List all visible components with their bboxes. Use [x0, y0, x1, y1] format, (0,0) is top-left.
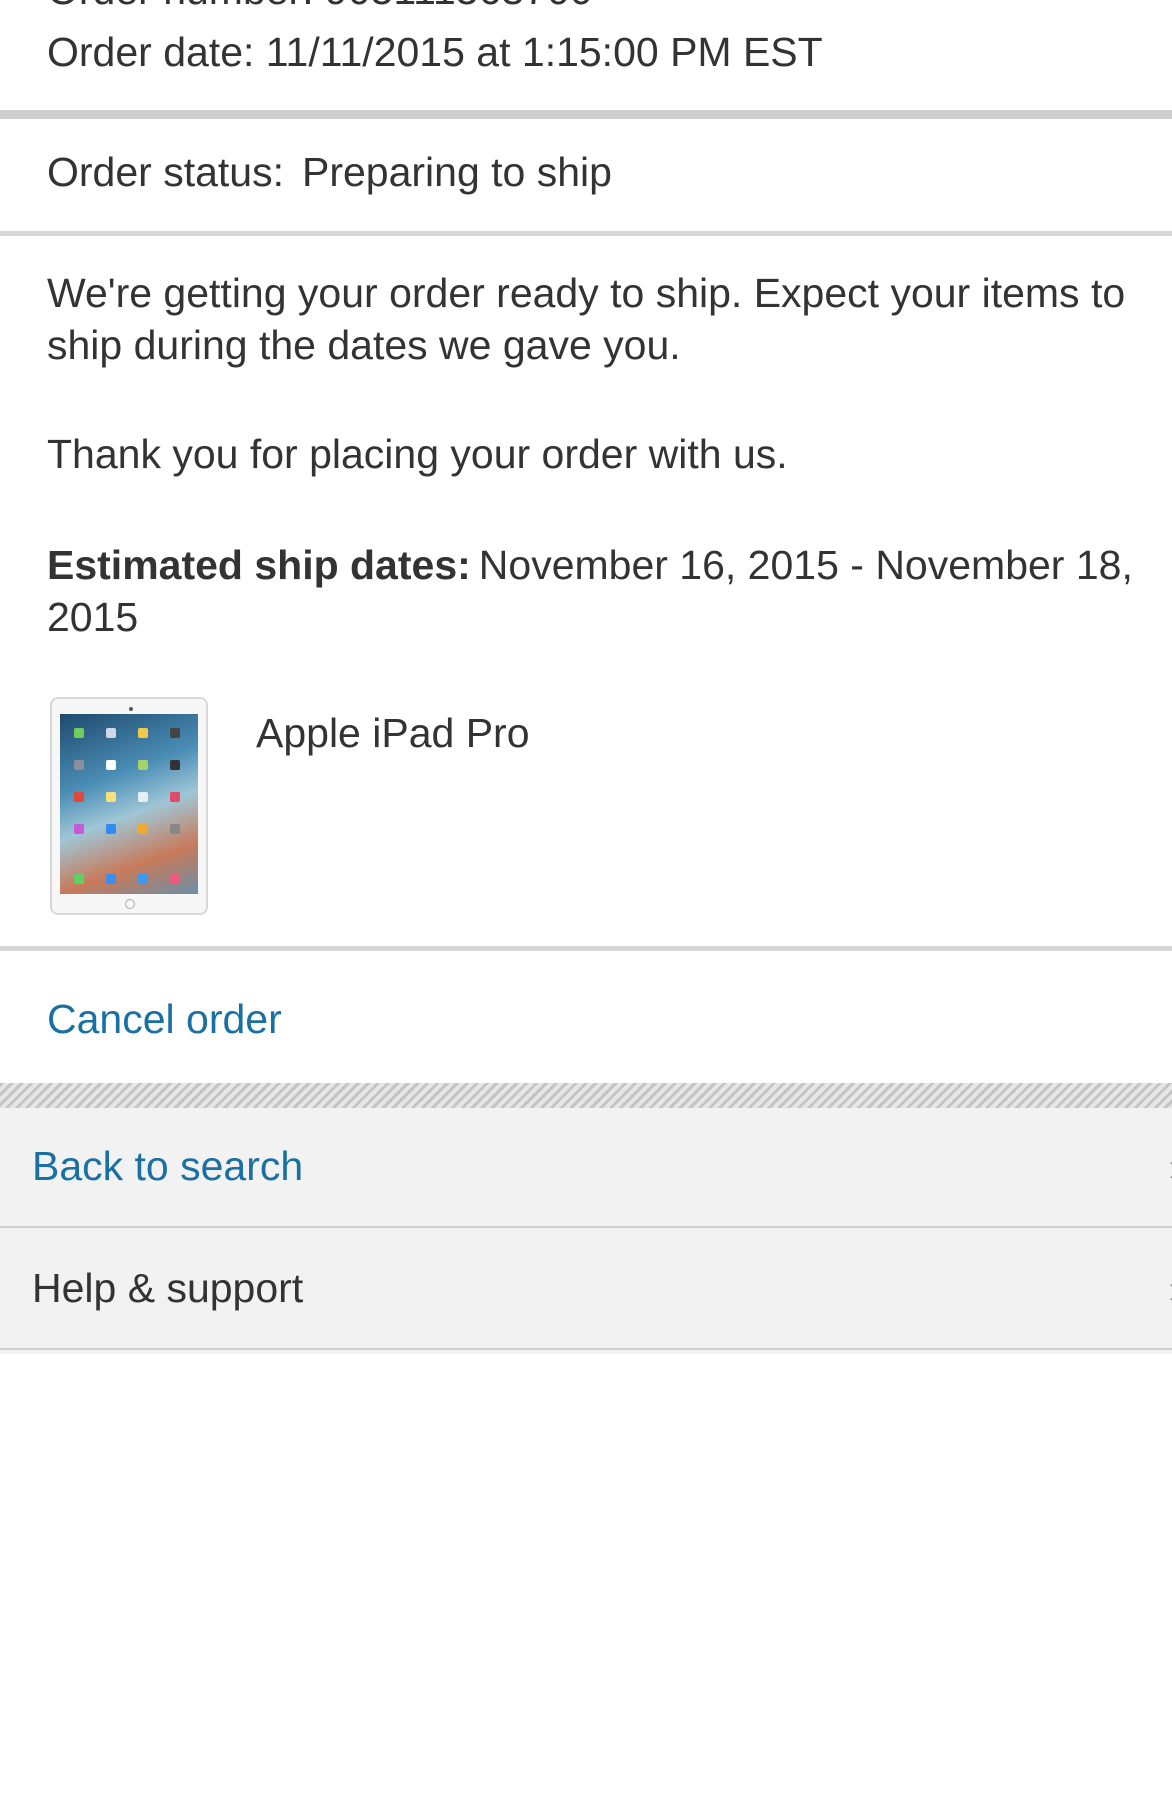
order-status-label: Order status:: [47, 149, 284, 195]
app-icon-grid: [74, 728, 180, 834]
item-name[interactable]: Apple iPad Pro: [256, 709, 530, 757]
order-date-value: 11/11/2015 at 1:15:00 PM EST: [265, 29, 823, 75]
help-support-link[interactable]: Help & support: [32, 1263, 303, 1313]
order-status: Order status: Preparing to ship: [47, 148, 612, 196]
divider: [0, 946, 1172, 951]
order-message: We're getting your order ready to ship. …: [47, 270, 1126, 368]
divider: [0, 231, 1172, 236]
home-button: [125, 899, 135, 909]
estimated-ship-dates: Estimated ship dates: November 16, 2015 -…: [47, 539, 1162, 643]
cancel-order-link[interactable]: Cancel order: [47, 994, 282, 1044]
camera-dot: [129, 707, 133, 711]
back-to-search-link[interactable]: Back to search: [32, 1141, 303, 1191]
back-to-search-row[interactable]: Back to search ›: [0, 1108, 1172, 1228]
order-status-value: Preparing to ship: [301, 149, 612, 195]
order-date: Order date: 11/11/2015 at 1:15:00 PM EST: [47, 28, 823, 76]
order-number-label: Order number:: [47, 0, 314, 13]
ship-dates-label: Estimated ship dates:: [47, 542, 471, 588]
thank-you-text: Thank you for placing your order with us…: [47, 431, 788, 477]
order-number-value: 905111563700: [325, 0, 593, 13]
order-number: Order number: 905111563700: [47, 0, 593, 14]
order-header: Order number: 905111563700 Order date: 1…: [0, 0, 1172, 110]
ipad-product-image[interactable]: [50, 697, 208, 915]
nav-list: Back to search › Help & support ›: [0, 1083, 1172, 1354]
hatch-divider: [0, 1083, 1172, 1108]
divider: [0, 110, 1172, 119]
help-support-row[interactable]: Help & support ›: [0, 1230, 1172, 1350]
app-dock: [74, 874, 180, 884]
order-date-label: Order date:: [47, 29, 255, 75]
ipad-screen: [60, 714, 198, 894]
